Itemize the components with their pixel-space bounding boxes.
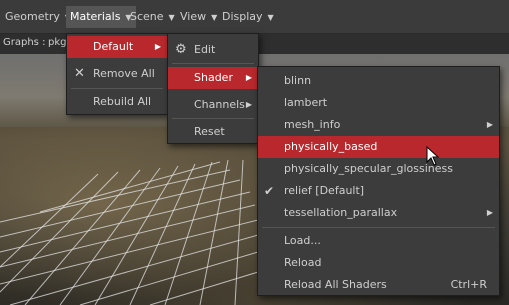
menu-scene[interactable]: Scene ▼ — [126, 6, 179, 28]
menu-item-channels[interactable]: Channels ▶ — [168, 94, 258, 116]
menu-view-label: View — [180, 10, 207, 23]
menu-scene-label: Scene — [130, 10, 164, 23]
menu-item-label: Channels — [194, 98, 245, 111]
menu-item-label: Reset — [194, 125, 225, 138]
menu-geometry[interactable]: Geometry▼ — [1, 6, 75, 28]
menu-display-label: Display — [222, 10, 263, 23]
gear-icon: ⚙ — [175, 42, 187, 57]
menu-item-label: relief [Default] — [284, 184, 365, 197]
menu-item-label: Edit — [194, 43, 216, 56]
submenu-arrow-icon: ▶ — [154, 42, 161, 51]
menu-item-label: tessellation_parallax — [284, 206, 398, 219]
menu-separator — [262, 227, 495, 228]
menu-item-label: Load... — [284, 234, 321, 247]
menu-item-physically-based[interactable]: physically_based — [258, 136, 499, 158]
menu-item-rebuild-all[interactable]: Rebuild All — [67, 91, 167, 113]
submenu-arrow-icon: ▶ — [245, 100, 252, 109]
shader-submenu: blinn lambert mesh_info ▶ physically_bas… — [257, 66, 500, 296]
menu-item-label: Rebuild All — [93, 95, 152, 108]
menu-item-physically-specular-glossiness[interactable]: physically_specular_glossiness — [258, 158, 499, 180]
menu-item-lambert[interactable]: lambert — [258, 92, 499, 114]
submenu-arrow-icon: ▶ — [486, 208, 493, 217]
menu-separator — [172, 63, 254, 64]
menu-item-label: Remove All — [93, 67, 155, 80]
menu-item-relief-default[interactable]: ✔ relief [Default] — [258, 180, 499, 202]
menu-separator — [172, 118, 254, 119]
submenu-arrow-icon: ▶ — [245, 73, 252, 82]
menu-item-label: Shader — [194, 71, 233, 84]
chevron-down-icon: ▼ — [168, 13, 175, 22]
submenu-arrow-icon: ▶ — [486, 120, 493, 129]
graphs-label: Graphs : — [3, 37, 46, 48]
menu-display[interactable]: Display ▼ — [218, 6, 278, 28]
menu-item-reset[interactable]: Reset — [168, 121, 258, 143]
menu-item-load[interactable]: Load... — [258, 230, 499, 252]
menu-item-shader[interactable]: Shader ▶ — [168, 67, 258, 89]
materials-dropdown: Default ▶ ✕ Remove All Rebuild All — [66, 33, 168, 115]
menubar: Geometry▼ Materials ▼ Scene ▼ View ▼ Displa… — [0, 0, 509, 34]
menu-item-label: mesh_info — [284, 118, 341, 131]
shortcut-label: Ctrl+R — [450, 278, 487, 291]
menu-item-mesh-info[interactable]: mesh_info ▶ — [258, 114, 499, 136]
menu-item-label: Default — [93, 40, 134, 53]
menu-item-default[interactable]: Default ▶ — [67, 36, 167, 58]
menu-materials-label: Materials — [70, 10, 121, 23]
mouse-cursor-icon — [426, 146, 440, 166]
default-submenu: ⚙ Edit Shader ▶ Channels ▶ Reset — [167, 33, 259, 144]
chevron-down-icon: ▼ — [267, 13, 274, 22]
menu-item-label: physically_based — [284, 140, 378, 153]
menu-geometry-label: Geometry — [5, 10, 60, 23]
close-icon: ✕ — [74, 66, 85, 81]
menu-item-blinn[interactable]: blinn — [258, 70, 499, 92]
menu-item-edit[interactable]: ⚙ Edit — [168, 39, 258, 61]
menu-item-reload[interactable]: Reload — [258, 252, 499, 274]
menu-item-label: Reload All Shaders — [284, 278, 387, 291]
menu-item-label: Reload — [284, 256, 322, 269]
checkmark-icon: ✔ — [264, 184, 275, 198]
menu-item-label: lambert — [284, 96, 328, 109]
menu-item-tessellation-parallax[interactable]: tessellation_parallax ▶ — [258, 202, 499, 224]
chevron-down-icon: ▼ — [211, 13, 218, 22]
menu-item-reload-all-shaders[interactable]: Reload All Shaders Ctrl+R — [258, 274, 499, 296]
menu-item-label: blinn — [284, 74, 312, 87]
menu-separator — [71, 88, 163, 89]
menu-item-remove-all[interactable]: ✕ Remove All — [67, 63, 167, 85]
menu-view[interactable]: View ▼ — [176, 6, 221, 28]
